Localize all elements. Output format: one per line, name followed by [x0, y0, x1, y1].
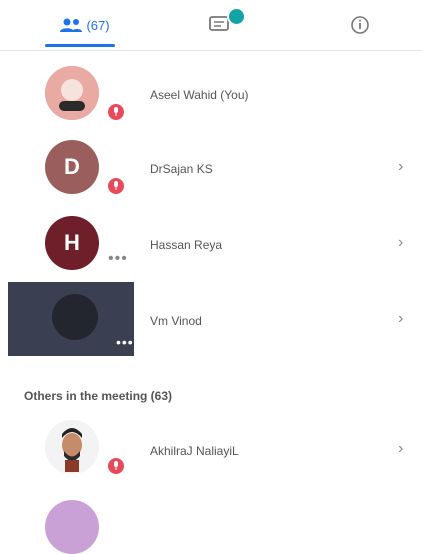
mic-off-icon [106, 102, 126, 122]
avatar: H [45, 216, 99, 270]
participant-row[interactable]: H ••• Hassan Reya › [0, 206, 422, 282]
profile-photo-icon [45, 420, 99, 474]
participant-name: DrSajan KS [150, 162, 213, 176]
active-tab-indicator [45, 44, 115, 47]
participant-count: (67) [86, 17, 110, 33]
chat-unread-badge [227, 7, 246, 26]
participant-row[interactable]: Vm Vinod › [0, 282, 422, 358]
profile-photo-icon [45, 66, 99, 120]
chevron-right-icon[interactable]: › [398, 158, 403, 176]
avatar-initial: H [64, 230, 80, 255]
section-header: Others in the meeting (63) [24, 389, 173, 403]
info-icon [351, 16, 369, 34]
participant-name: AkhilraJ NaliayiL [150, 444, 239, 458]
chevron-right-icon[interactable]: › [398, 310, 403, 328]
participant-name: Hassan Reya [150, 238, 223, 252]
chevron-right-icon[interactable]: › [398, 440, 403, 458]
tab-bar: (67) [0, 0, 422, 51]
avatar [45, 500, 99, 554]
people-icon [60, 18, 83, 32]
tab-participants[interactable]: (67) [40, 8, 130, 42]
avatar [45, 420, 99, 474]
participant-name: Vm Vinod [150, 314, 202, 328]
participant-row[interactable]: AkhilraJ NaliayiL › [0, 412, 422, 488]
avatar [45, 66, 99, 120]
participant-name: Aseel Wahid (You) [150, 88, 249, 102]
avatar: D [45, 140, 99, 194]
mic-off-icon [106, 456, 126, 476]
more-options-icon[interactable]: ••• [108, 250, 128, 268]
participant-row[interactable]: D DrSajan KS › [0, 130, 422, 206]
chevron-right-icon[interactable]: › [398, 234, 403, 252]
tab-info[interactable] [330, 8, 390, 42]
participant-row[interactable]: Aseel Wahid (You) [0, 56, 422, 132]
avatar-initial: D [64, 154, 80, 179]
mic-off-icon [106, 176, 126, 196]
